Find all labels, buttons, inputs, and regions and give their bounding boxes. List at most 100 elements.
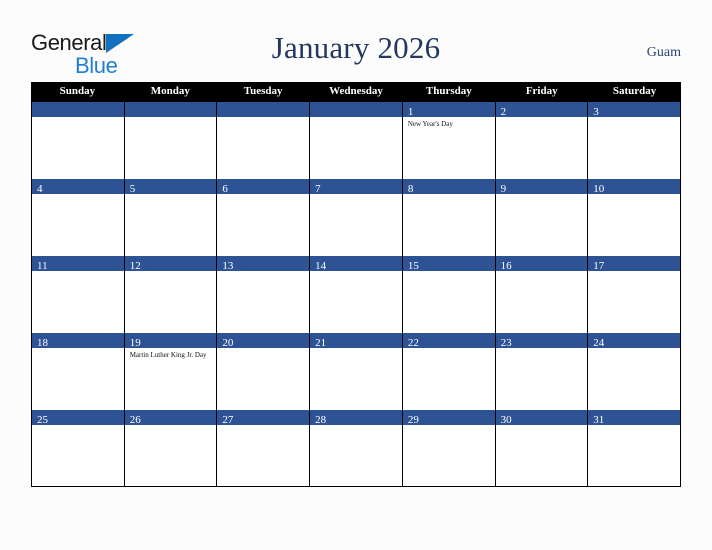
day-number-bar: 15 [402,256,495,272]
calendar-day-cell[interactable]: 5 [124,179,218,256]
day-number-bar: 14 [310,256,402,272]
calendar-day-cell[interactable]: 14 [310,256,403,333]
calendar-day-cell[interactable]: 28 [310,410,403,487]
day-number: 12 [129,260,141,272]
day-number-bar: 4 [32,179,124,195]
weekday-header-row: Sunday Monday Tuesday Wednesday Thursday… [31,82,681,101]
calendar-week-row: 4 5 6 7 8 9 10 [32,179,681,256]
calendar-day-cell[interactable]: 31 [588,410,681,487]
page-title: January 2026 [271,30,441,65]
day-events: Martin Luther King Jr. Day [125,348,217,360]
day-number: 31 [593,414,605,426]
calendar-day-cell[interactable]: 22 [402,333,496,410]
day-number-bar: 2 [495,102,588,118]
day-number: 15 [407,260,419,272]
day-number: 21 [315,337,327,349]
day-number-bar: 26 [124,410,217,426]
day-number-bar: 10 [588,179,680,195]
day-number: 24 [593,337,605,349]
day-number: 6 [222,183,228,195]
calendar-day-cell[interactable]: 7 [310,179,403,256]
calendar-day-cell[interactable]: 25 [32,410,125,487]
day-number: 5 [129,183,136,195]
calendar-day-cell[interactable]: 21 [310,333,403,410]
calendar-day-cell[interactable]: 9 [495,179,589,256]
day-number-bar: 25 [32,410,124,426]
day-number: 26 [129,414,141,426]
day-number-bar: 27 [217,410,310,426]
calendar-empty-cell [124,102,218,179]
day-number-bar: 28 [310,410,402,426]
calendar-day-cell[interactable]: 4 [32,179,125,256]
calendar-grid: Sunday Monday Tuesday Wednesday Thursday… [31,82,681,487]
day-number-bar: 30 [495,410,588,426]
day-number: 23 [500,337,512,349]
calendar-day-cell[interactable]: 1 New Year's Day [402,102,496,179]
day-number-bar [124,102,217,117]
calendar-week-row: 18 19 Martin Luther King Jr. Day 20 21 22 23 24 [32,333,681,410]
calendar-day-cell[interactable]: 16 [495,256,589,333]
day-number-bar: 13 [217,256,310,272]
day-number: 27 [222,414,234,426]
day-number-bar: 1 [402,102,495,118]
calendar-day-cell[interactable]: 20 [217,333,311,410]
calendar-day-cell[interactable]: 11 [32,256,125,333]
day-number-bar: 19 [124,333,217,349]
day-number: 2 [500,106,507,118]
day-number-bar: 5 [124,179,217,195]
weekday-header-sunday: Sunday [59,85,96,97]
day-number: 4 [37,183,43,195]
calendar-day-cell[interactable]: 26 [124,410,218,487]
calendar-day-cell[interactable]: 24 [588,333,681,410]
day-number-bar: 16 [495,256,588,272]
calendar-day-cell[interactable]: 23 [495,333,589,410]
day-number-bar: 6 [217,179,310,195]
calendar-day-cell[interactable]: 13 [217,256,311,333]
calendar-weeks: 1 New Year's Day 2 3 4 5 6 7 8 9 10 11 12 13 14 15 16 17 1… [31,101,681,487]
day-number-bar: 20 [217,333,310,349]
calendar-day-cell[interactable]: 18 [32,333,125,410]
weekday-header-wednesday: Wednesday [329,85,383,97]
calendar-page: General Blue January 2026 Guam Sunday Mo… [0,0,712,550]
calendar-empty-cell [32,102,125,179]
day-events: New Year's Day [403,117,495,129]
calendar-day-cell[interactable]: 6 [217,179,311,256]
calendar-day-cell[interactable]: 12 [124,256,218,333]
calendar-day-cell[interactable]: 8 [402,179,496,256]
day-number-bar [217,102,310,117]
weekday-header-saturday: Saturday [612,85,657,97]
calendar-day-cell[interactable]: 29 [402,410,496,487]
day-number-bar: 7 [310,179,402,195]
day-number-bar: 31 [588,410,680,426]
day-number: 22 [407,337,419,349]
day-number: 11 [37,260,48,272]
day-number: 17 [593,260,605,272]
calendar-day-cell[interactable]: 17 [588,256,681,333]
day-number-bar: 24 [588,333,680,349]
calendar-day-cell[interactable]: 15 [402,256,496,333]
day-number-bar: 23 [495,333,588,349]
calendar-day-cell[interactable]: 3 [588,102,681,179]
day-number: 3 [593,106,599,118]
day-number: 14 [315,260,327,272]
holiday-event[interactable]: New Year's Day [408,120,491,129]
day-number-bar: 29 [402,410,495,426]
day-number: 7 [315,183,321,195]
calendar-day-cell[interactable]: 2 [495,102,589,179]
day-number: 20 [222,337,234,349]
page-header: General Blue January 2026 Guam [0,0,712,82]
day-number: 28 [315,414,327,426]
day-number: 30 [500,414,512,426]
calendar-day-cell[interactable]: 27 [217,410,311,487]
calendar-day-cell[interactable]: 10 [588,179,681,256]
day-number: 13 [222,260,234,272]
calendar-week-row: 25 26 27 28 29 30 31 [32,410,681,487]
day-number: 9 [500,183,507,195]
day-number-bar: 11 [32,256,124,272]
day-number: 16 [500,260,512,272]
calendar-day-cell[interactable]: 30 [495,410,589,487]
calendar-day-cell[interactable]: 19 Martin Luther King Jr. Day [124,333,218,410]
holiday-event[interactable]: Martin Luther King Jr. Day [130,351,213,360]
day-number-bar: 21 [310,333,402,349]
day-number: 25 [37,414,48,426]
